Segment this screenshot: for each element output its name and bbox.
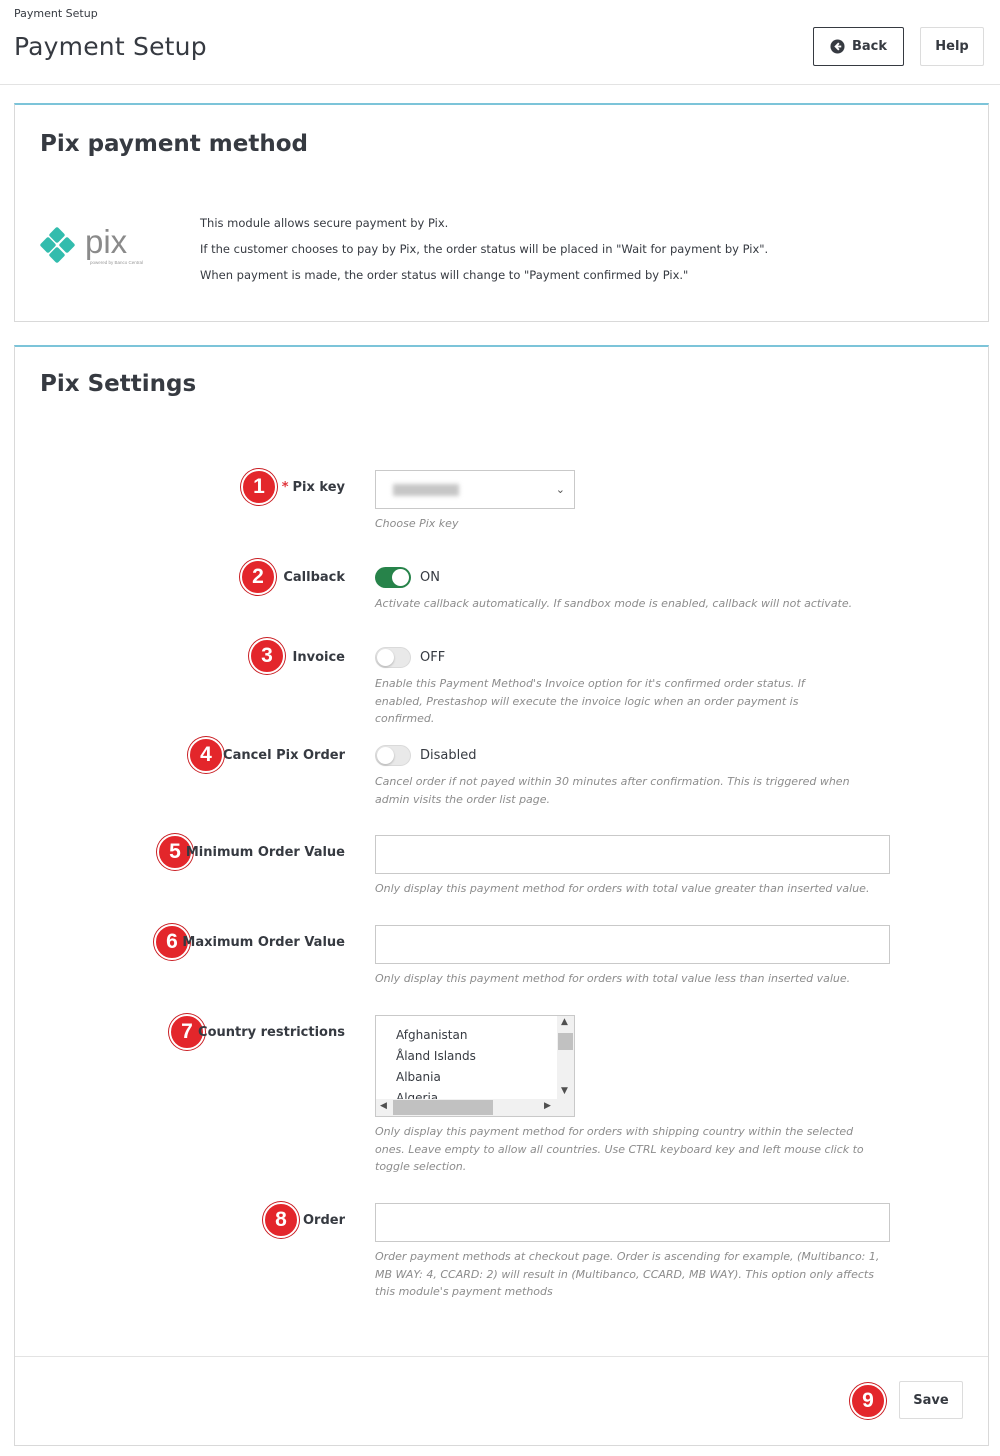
breadcrumb[interactable]: Payment Setup <box>14 7 98 20</box>
invoice-toggle[interactable] <box>375 647 411 668</box>
header-divider <box>0 84 1000 85</box>
scroll-right-icon[interactable]: ▶ <box>544 1101 551 1111</box>
minimum-order-value-help: Only display this payment method for ord… <box>375 882 870 895</box>
step-badge-2: 2 <box>240 559 276 595</box>
back-button[interactable]: Back <box>813 27 904 66</box>
toggle-knob <box>377 649 394 666</box>
invoice-state: OFF <box>420 650 446 665</box>
cancel-pix-order-toggle[interactable] <box>375 745 411 766</box>
horizontal-scrollbar[interactable]: ◀ ▶ <box>376 1099 559 1116</box>
country-restrictions-help: Only display this payment method for ord… <box>375 1125 864 1173</box>
cancel-pix-order-label: Cancel Pix Order <box>223 748 345 763</box>
order-input[interactable] <box>375 1203 890 1242</box>
toggle-knob <box>392 569 409 586</box>
panel-title: Pix Settings <box>40 371 197 397</box>
callback-label: Callback <box>283 570 345 585</box>
scrollbar-thumb[interactable] <box>558 1033 573 1050</box>
pix-key-selected-value <box>393 484 459 496</box>
step-badge-9: 9 <box>850 1383 886 1419</box>
panel-title: Pix payment method <box>40 131 308 157</box>
save-button-label: Save <box>913 1392 949 1408</box>
order-help: Order payment methods at checkout page. … <box>375 1250 880 1298</box>
callback-state: ON <box>420 570 440 585</box>
step-badge-3: 3 <box>249 638 285 674</box>
help-button-label: Help <box>935 39 969 54</box>
scroll-down-icon[interactable]: ▼ <box>561 1086 568 1096</box>
cancel-pix-order-state: Disabled <box>420 748 477 763</box>
maximum-order-value-label: Maximum Order Value <box>182 935 345 950</box>
maximum-order-value-input[interactable] <box>375 925 890 964</box>
pix-logo-text: pix <box>85 223 128 260</box>
pix-logo: pix powered by Banco Central <box>40 223 143 265</box>
page-title: Payment Setup <box>14 32 207 61</box>
vertical-scrollbar[interactable]: ▲ ▼ <box>557 1016 574 1101</box>
scroll-left-icon[interactable]: ◀ <box>380 1101 387 1111</box>
back-button-label: Back <box>851 39 888 54</box>
pix-logo-subtext: powered by Banco Central <box>90 260 143 265</box>
minimum-order-value-label: Minimum Order Value <box>185 845 345 860</box>
pix-key-help: Choose Pix key <box>375 517 459 530</box>
country-restrictions-label: Country restrictions <box>198 1025 345 1040</box>
minimum-order-value-input[interactable] <box>375 835 890 874</box>
required-mark: * <box>281 480 289 495</box>
callback-toggle[interactable] <box>375 567 411 588</box>
cancel-pix-order-help: Cancel order if not payed within 30 minu… <box>375 775 850 806</box>
description-line: If the customer chooses to pay by Pix, t… <box>200 242 769 256</box>
step-badge-1: 1 <box>241 469 277 505</box>
chevron-down-icon: ⌄ <box>555 483 565 496</box>
step-badge-4: 4 <box>188 737 224 773</box>
country-option[interactable]: Albania <box>396 1067 476 1088</box>
description-line: When payment is made, the order status w… <box>200 268 689 282</box>
country-options: Afghanistan Åland Islands Albania Algeri… <box>396 1025 476 1109</box>
maximum-order-value-help: Only display this payment method for ord… <box>375 972 851 985</box>
save-button[interactable]: Save <box>899 1381 963 1419</box>
invoice-label: Invoice <box>292 650 345 665</box>
arrow-circle-left-icon <box>830 39 845 54</box>
pix-key-label-text: Pix key <box>292 480 345 495</box>
scroll-up-icon[interactable]: ▲ <box>561 1017 568 1027</box>
country-restrictions-listbox[interactable]: Afghanistan Åland Islands Albania Algeri… <box>375 1015 575 1117</box>
country-option[interactable]: Åland Islands <box>396 1046 476 1067</box>
country-option[interactable]: Afghanistan <box>396 1025 476 1046</box>
panel-footer-divider <box>15 1356 988 1357</box>
step-badge-8: 8 <box>263 1202 299 1238</box>
pix-key-select[interactable]: ⌄ <box>375 470 575 509</box>
scrollbar-thumb[interactable] <box>393 1100 493 1115</box>
scrollbar-corner <box>557 1099 574 1116</box>
pix-description: This module allows secure payment by Pix… <box>200 210 768 288</box>
invoice-help: Enable this Payment Method's Invoice opt… <box>375 677 805 725</box>
pix-key-label: * Pix key <box>282 480 345 495</box>
help-button[interactable]: Help <box>920 27 984 66</box>
description-line: This module allows secure payment by Pix… <box>200 216 449 230</box>
callback-help: Activate callback automatically. If sand… <box>375 597 853 610</box>
pix-info-panel: Pix payment method pix powered by Banco … <box>14 103 989 322</box>
order-label: Order <box>303 1213 345 1228</box>
toggle-knob <box>377 747 394 764</box>
